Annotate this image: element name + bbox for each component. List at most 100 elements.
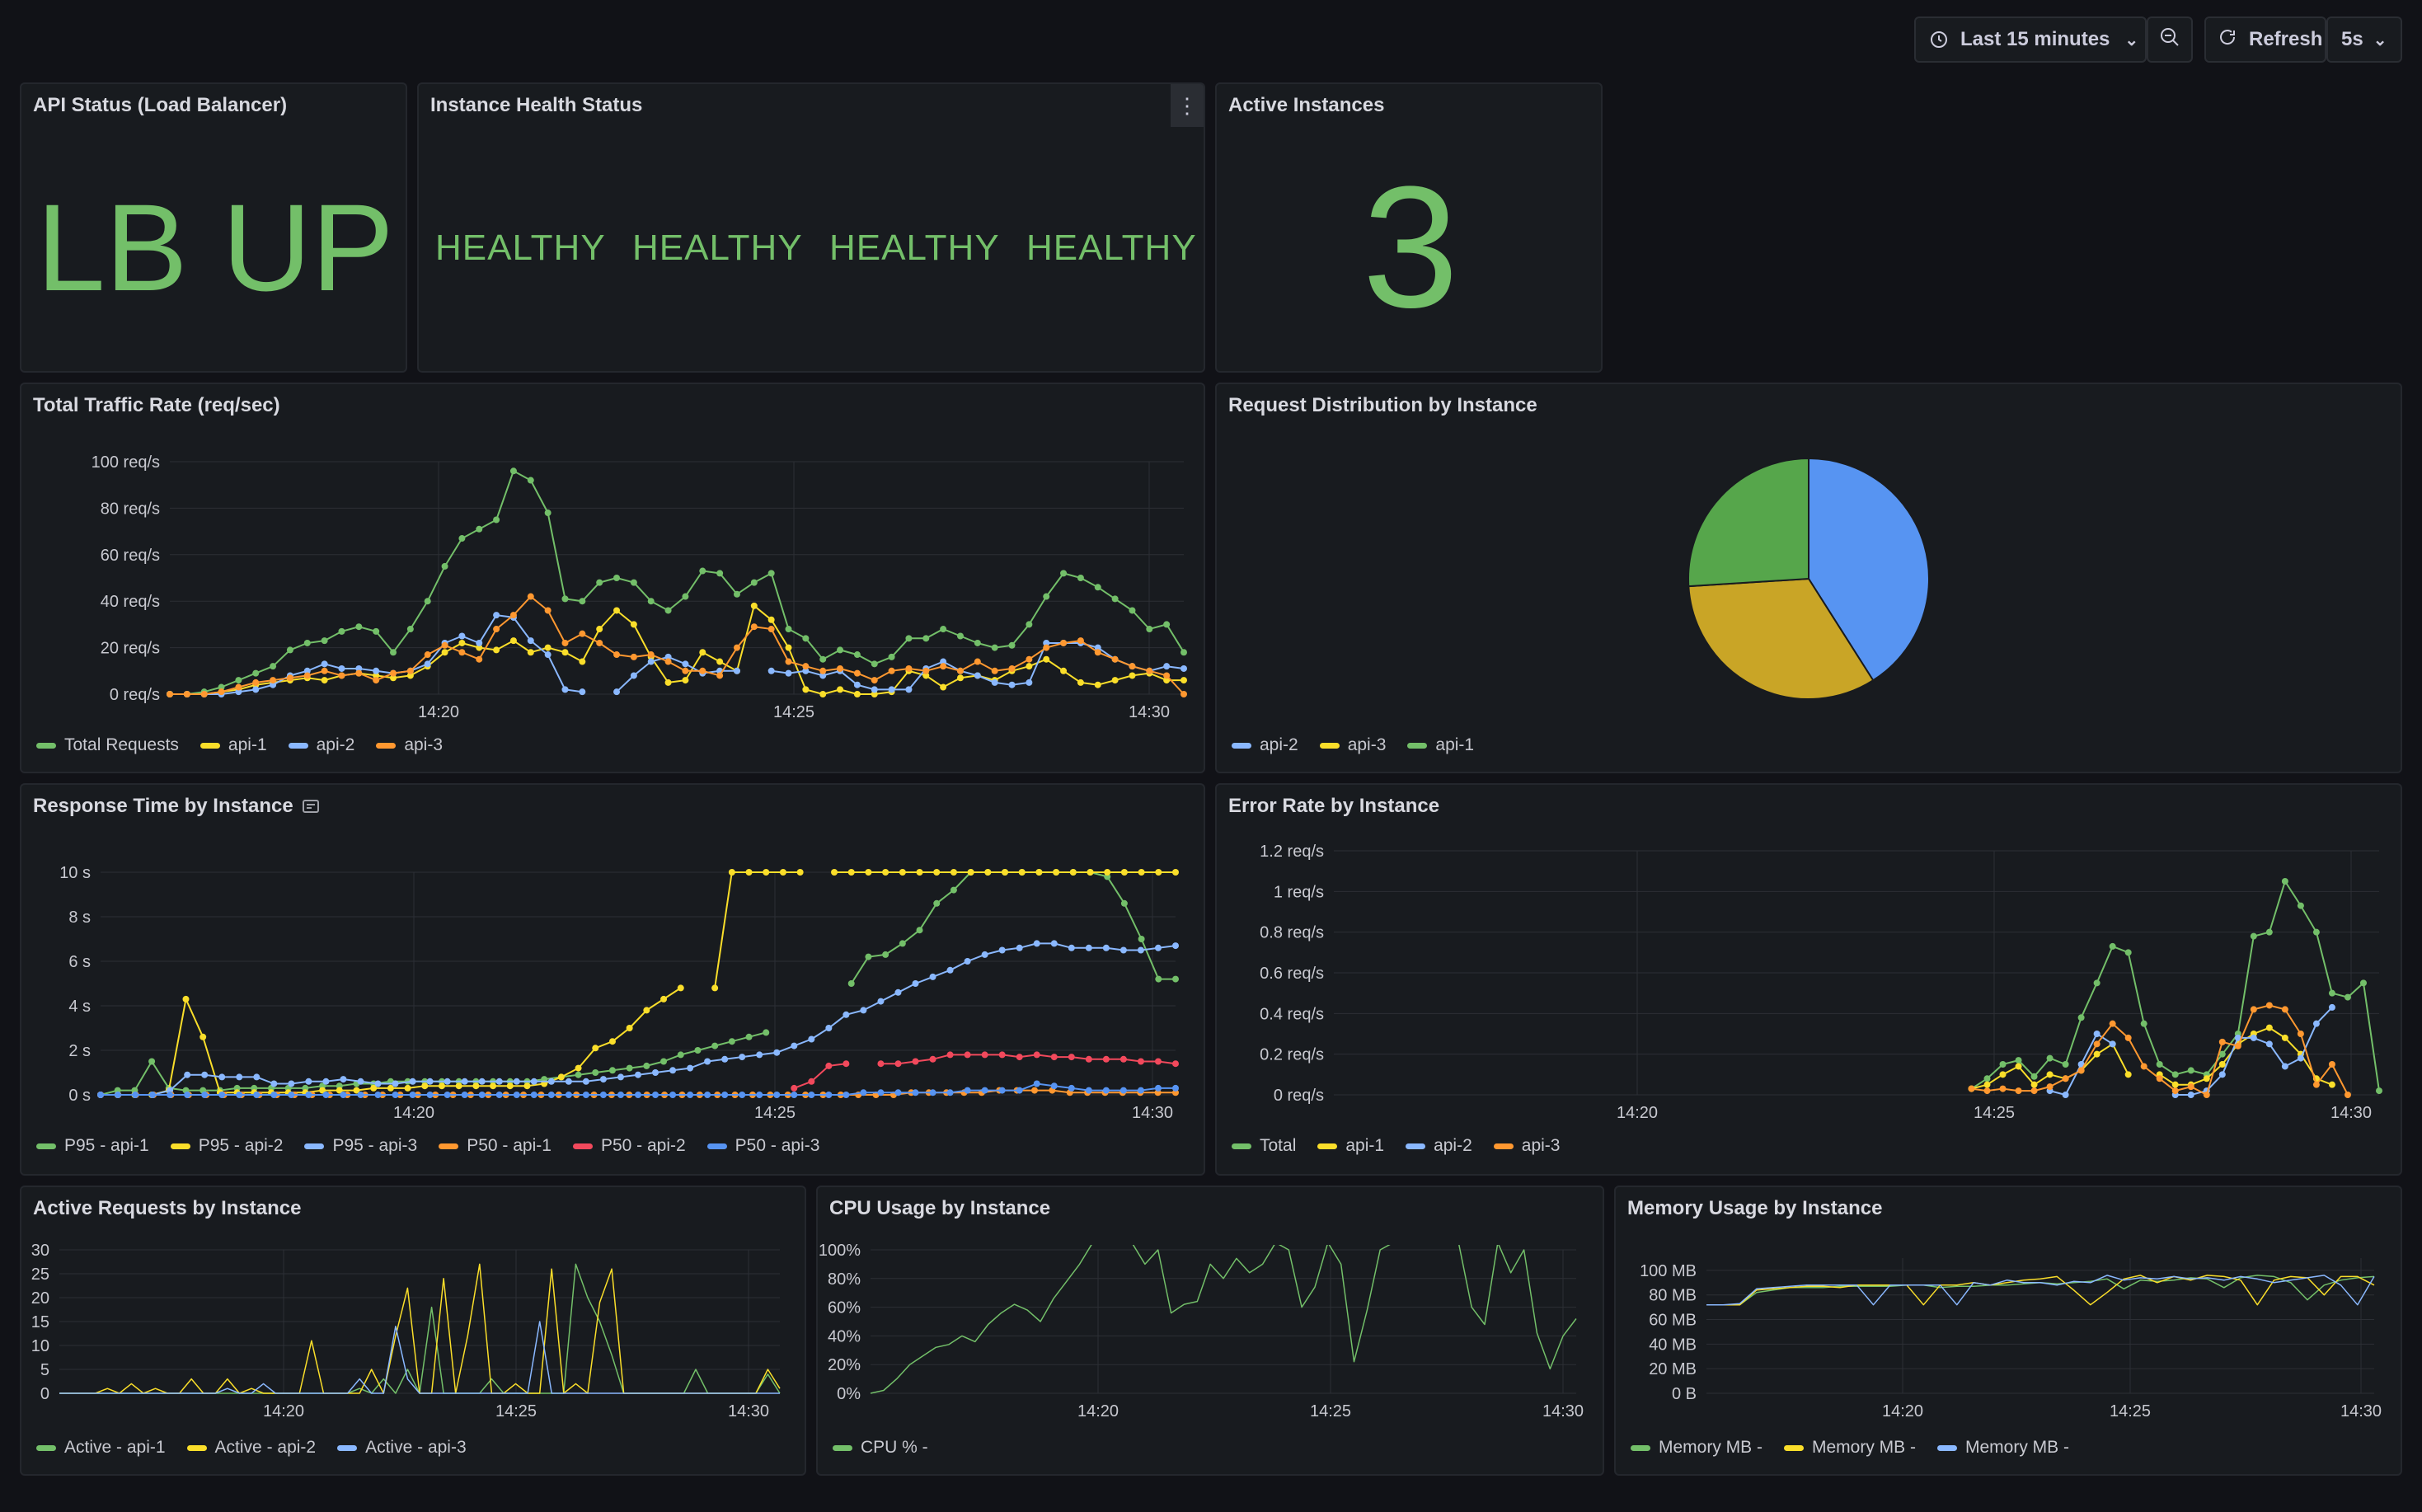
- data-point: [825, 1025, 833, 1031]
- data-point: [2171, 1081, 2179, 1088]
- refresh-button[interactable]: Refresh: [2204, 16, 2326, 63]
- data-point: [998, 1051, 1006, 1059]
- data-point: [1060, 667, 1068, 674]
- data-point: [1033, 1080, 1040, 1087]
- data-point: [1172, 869, 1179, 876]
- data-point: [912, 1089, 919, 1096]
- data-point: [322, 1078, 330, 1085]
- data-point: [912, 980, 919, 987]
- legend-item[interactable]: Active - api-1: [36, 1438, 166, 1458]
- y-tick-label: 8 s: [68, 909, 91, 927]
- series-line: [100, 871, 1176, 1096]
- legend-item[interactable]: P50 - api-2: [572, 1136, 686, 1156]
- legend-item[interactable]: api-1: [199, 735, 267, 755]
- data-point: [981, 1087, 988, 1094]
- y-tick-label: 20: [31, 1289, 49, 1308]
- data-point: [149, 1092, 157, 1098]
- chart-legend: Memory MB - Memory MB - Memory MB -: [1631, 1438, 2069, 1458]
- data-point: [1172, 942, 1179, 950]
- refresh-interval-label: 5s: [2341, 28, 2363, 50]
- data-point: [513, 1078, 520, 1085]
- data-point: [1033, 940, 1040, 947]
- data-point: [1033, 1051, 1040, 1059]
- data-point: [461, 1078, 468, 1085]
- legend-item[interactable]: api-3: [376, 735, 443, 755]
- zoom-out-button[interactable]: [2147, 16, 2193, 63]
- legend-item[interactable]: api-1: [1407, 735, 1474, 755]
- legend-item[interactable]: P50 - api-1: [439, 1136, 552, 1156]
- data-point: [506, 1082, 514, 1090]
- legend-label: api-2: [1260, 735, 1298, 754]
- legend-item[interactable]: Total Requests: [36, 735, 179, 755]
- time-range-picker[interactable]: Last 15 minutes ⌄: [1914, 16, 2147, 63]
- data-point: [704, 1092, 711, 1098]
- legend-item[interactable]: Active - api-2: [186, 1438, 316, 1458]
- legend-item[interactable]: Memory MB -: [1631, 1438, 1763, 1458]
- data-point: [286, 674, 293, 682]
- data-point: [201, 1071, 209, 1078]
- y-tick-label: 20%: [828, 1356, 861, 1374]
- data-point: [808, 1035, 815, 1043]
- cpu-panel: CPU Usage by Instance 0% 20% 40% 60% 80% 100%…: [816, 1186, 1604, 1476]
- traffic-chart: 0 req/s 20 req/s 40 req/s 60 req/s 80 req/s 1…: [92, 453, 1187, 721]
- panel-menu-button[interactable]: ⋮: [1171, 84, 1204, 127]
- data-point: [635, 1092, 641, 1098]
- legend-item[interactable]: api-2: [1232, 735, 1298, 755]
- data-point: [236, 1092, 243, 1098]
- legend-item[interactable]: api-3: [1493, 1136, 1560, 1156]
- legend-item[interactable]: Memory MB -: [1937, 1438, 2069, 1458]
- data-point: [1053, 869, 1060, 876]
- refresh-label: Refresh: [2249, 28, 2323, 50]
- legend-item[interactable]: Active - api-3: [337, 1438, 467, 1458]
- data-point: [2297, 902, 2304, 909]
- legend-item[interactable]: P95 - api-3: [304, 1136, 417, 1156]
- data-point: [699, 667, 706, 674]
- data-point: [476, 655, 483, 663]
- x-tick-label: 14:20: [1882, 1402, 1923, 1420]
- data-point: [167, 691, 173, 697]
- data-point: [1068, 1054, 1075, 1061]
- legend-item[interactable]: P95 - api-1: [36, 1136, 149, 1156]
- data-point: [2234, 1042, 2241, 1049]
- data-point: [871, 686, 878, 693]
- data-point: [652, 1092, 659, 1098]
- legend-item[interactable]: api-2: [1406, 1136, 1472, 1156]
- data-point: [438, 1082, 445, 1090]
- data-point: [441, 562, 448, 570]
- data-point: [322, 1092, 330, 1098]
- data-point: [964, 1087, 971, 1094]
- data-point: [1999, 1085, 2007, 1092]
- legend-item[interactable]: api-1: [1317, 1136, 1384, 1156]
- data-point: [1068, 944, 1075, 951]
- data-point: [1129, 607, 1136, 614]
- legend-item[interactable]: Total: [1232, 1136, 1296, 1156]
- data-point: [218, 1073, 226, 1081]
- legend-item[interactable]: Memory MB -: [1784, 1438, 1916, 1458]
- legend-item[interactable]: api-3: [1319, 735, 1386, 755]
- legend-item[interactable]: CPU % -: [833, 1438, 928, 1458]
- data-point: [286, 646, 293, 654]
- data-point: [699, 567, 706, 575]
- data-point: [767, 616, 775, 623]
- y-tick-label: 60 req/s: [101, 547, 160, 565]
- data-point: [2265, 1040, 2273, 1048]
- data-point: [733, 590, 740, 598]
- refresh-interval-picker[interactable]: 5s ⌄: [2326, 16, 2402, 63]
- api-status-value: LB UP: [36, 178, 394, 317]
- data-point: [1138, 936, 1145, 942]
- data-point: [2359, 979, 2367, 987]
- data-point: [802, 635, 810, 642]
- legend-item[interactable]: P50 - api-3: [706, 1136, 819, 1156]
- data-point: [964, 958, 971, 965]
- legend-item[interactable]: P95 - api-2: [170, 1136, 283, 1156]
- legend-item[interactable]: api-2: [288, 735, 354, 755]
- data-point: [750, 602, 758, 609]
- y-tick-label: 20 req/s: [101, 640, 160, 658]
- legend-label: P50 - api-2: [600, 1136, 686, 1155]
- data-point: [1154, 1084, 1162, 1092]
- data-point: [1008, 664, 1016, 672]
- panel-title: API Status (Load Balancer): [33, 94, 288, 116]
- legend-swatch: [376, 742, 397, 749]
- x-tick-label: 14:30: [2340, 1402, 2382, 1420]
- data-point: [791, 1042, 798, 1049]
